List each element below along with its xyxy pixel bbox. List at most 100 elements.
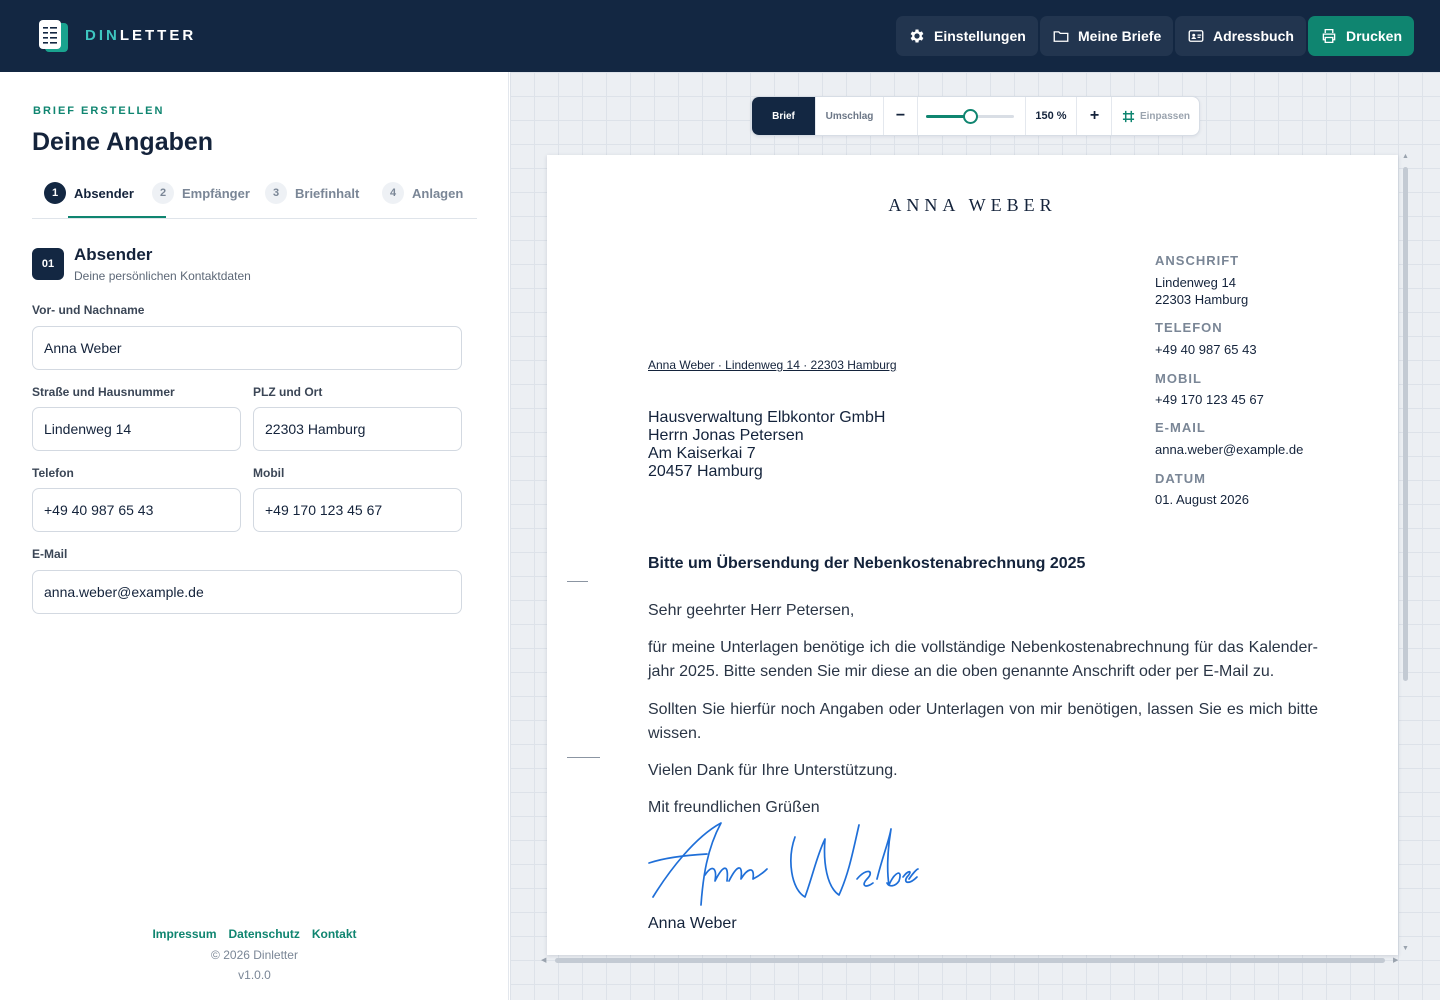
- copyright: © 2026 Dinletter: [211, 948, 298, 962]
- my-letters-button[interactable]: Meine Briefe: [1040, 16, 1174, 56]
- tab-umschlag[interactable]: Umschlag: [816, 97, 884, 135]
- recipient-line: Am Kaiserkai 7: [648, 445, 756, 462]
- addressbook-label: Adressbuch: [1213, 28, 1294, 44]
- letterhead-name: ANNA WEBER: [888, 195, 1057, 215]
- gear-icon: [910, 29, 924, 43]
- document-logo-icon[interactable]: [38, 19, 70, 53]
- tab-absender[interactable]: 1 Absender: [44, 182, 134, 204]
- info-label: TELEFON: [1155, 320, 1223, 335]
- handwritten-signature: [648, 822, 919, 906]
- mobile-input[interactable]: [253, 488, 462, 532]
- sender-form-panel: BRIEF ERSTELLEN Deine Angaben 1 Absender…: [0, 72, 509, 1000]
- my-letters-label: Meine Briefe: [1078, 28, 1162, 44]
- vertical-scroll-thumb[interactable]: [1403, 167, 1408, 681]
- brand-rest: LETTER: [119, 27, 197, 44]
- body-paragraph: Vielen Dank für Ihre Unterstützung.: [648, 762, 898, 779]
- step-label: Anlagen: [412, 185, 464, 201]
- step-number: 1: [44, 182, 66, 204]
- info-value: Lindenweg 14: [1155, 275, 1236, 290]
- info-value: +49 170 123 45 67: [1155, 392, 1264, 407]
- step-number: 4: [382, 182, 404, 204]
- fit-frame-icon: [1122, 110, 1135, 122]
- active-tab-indicator: [68, 216, 166, 218]
- email-input[interactable]: [32, 570, 462, 614]
- printer-icon: [1322, 28, 1336, 44]
- tab-briefinhalt[interactable]: 3 Briefinhalt: [265, 182, 359, 204]
- brand-name[interactable]: DINLETTER: [85, 27, 196, 44]
- recipient-line: 20457 Hamburg: [648, 463, 763, 480]
- return-address-line: Anna Weber · Lindenweg 14 · 22303 Hambur…: [648, 358, 897, 372]
- section-title: Absender: [74, 245, 153, 264]
- salutation: Sehr geehrter Herr Petersen,: [648, 602, 855, 619]
- zoom-level: 150 %: [1025, 97, 1077, 135]
- horizontal-scroll-thumb[interactable]: [555, 958, 1385, 963]
- horizontal-scrollbar[interactable]: ◀ ▶: [541, 955, 1398, 965]
- folder-icon: [1053, 31, 1069, 42]
- info-phone: TELEFON +49 40 987 65 43: [1155, 320, 1257, 358]
- info-label: ANSCHRIFT: [1155, 253, 1240, 268]
- zoom-slider-handle[interactable]: [963, 109, 978, 124]
- phone-label: Telefon: [32, 466, 74, 480]
- page-title: Deine Angaben: [32, 128, 214, 156]
- city-input[interactable]: [253, 407, 462, 451]
- step-tabs: 1 Absender 2 Empfänger 3 Briefinhalt 4 A…: [32, 180, 477, 219]
- tab-anlagen[interactable]: 4 Anlagen: [382, 182, 463, 204]
- street-label: Straße und Hausnummer: [32, 385, 175, 399]
- step-number: 2: [152, 182, 174, 204]
- info-mobile: MOBIL +49 170 123 45 67: [1155, 371, 1264, 408]
- settings-button[interactable]: Einstellungen: [896, 16, 1038, 56]
- info-value: anna.weber@example.de: [1155, 442, 1304, 457]
- form-eyebrow: BRIEF ERSTELLEN: [33, 105, 165, 117]
- info-value: +49 40 987 65 43: [1155, 342, 1257, 357]
- datenschutz-link[interactable]: Datenschutz: [229, 927, 300, 941]
- recipient-line: Herrn Jonas Petersen: [648, 427, 804, 444]
- minus-icon: −: [895, 107, 906, 124]
- body-paragraph: Sollten Sie hierfür noch Angaben oder Un…: [648, 701, 1318, 742]
- phone-input[interactable]: [32, 488, 241, 532]
- street-input[interactable]: [32, 407, 241, 451]
- step-label: Absender: [74, 185, 134, 201]
- section-subtitle: Deine persönlichen Kontaktdaten: [74, 269, 251, 283]
- scroll-left-icon[interactable]: ◀: [541, 956, 546, 964]
- tab-brief[interactable]: Brief: [752, 97, 816, 135]
- scroll-down-icon[interactable]: ▼: [1402, 945, 1409, 952]
- hole-punch-mark: [567, 757, 600, 758]
- info-address: ANSCHRIFT Lindenweg 14 22303 Hamburg: [1155, 253, 1248, 308]
- print-button[interactable]: Drucken: [1308, 16, 1415, 56]
- kontakt-link[interactable]: Kontakt: [312, 927, 357, 941]
- step-label: Empfänger: [182, 185, 250, 201]
- contact-card-icon: [1188, 30, 1204, 42]
- email-label: E-Mail: [32, 547, 68, 561]
- vertical-scrollbar[interactable]: ▲ ▼: [1401, 153, 1409, 955]
- mobile-label: Mobil: [253, 466, 285, 480]
- footer-links: Impressum Datenschutz Kontakt: [0, 927, 509, 941]
- section-number-badge: 01: [32, 248, 64, 280]
- addressbook-button[interactable]: Adressbuch: [1175, 16, 1306, 56]
- zoom-slider[interactable]: [926, 109, 1014, 124]
- letter-subject: Bitte um Übersendung der Nebenkostenabre…: [648, 555, 1086, 572]
- info-value: 22303 Hamburg: [1155, 292, 1249, 307]
- letter-preview-workspace: Brief Umschlag − 150 % + Einpassen ANNA …: [510, 72, 1440, 1000]
- city-label: PLZ und Ort: [253, 385, 323, 399]
- name-input[interactable]: [32, 326, 462, 370]
- zoom-in-button[interactable]: +: [1078, 97, 1112, 135]
- scroll-right-icon[interactable]: ▶: [1393, 956, 1398, 964]
- body-paragraph: für meine Unterlagen benötige ich die vo…: [648, 639, 1318, 680]
- info-email: E-MAIL anna.weber@example.de: [1155, 420, 1303, 458]
- step-label: Briefinhalt: [295, 185, 360, 201]
- info-label: DATUM: [1155, 471, 1206, 486]
- preview-toolbar: Brief Umschlag − 150 % + Einpassen: [751, 96, 1200, 136]
- impressum-link[interactable]: Impressum: [152, 927, 216, 941]
- plus-icon: +: [1089, 107, 1100, 124]
- zoom-out-button[interactable]: −: [884, 97, 918, 135]
- scroll-up-icon[interactable]: ▲: [1402, 153, 1409, 160]
- fit-label: Einpassen: [1139, 110, 1191, 122]
- info-date: DATUM 01. August 2026: [1155, 471, 1249, 508]
- fold-mark: [567, 581, 588, 582]
- tab-empfaenger[interactable]: 2 Empfänger: [152, 182, 250, 204]
- closing: Mit freundlichen Grüßen: [648, 799, 820, 816]
- fit-button[interactable]: Einpassen: [1113, 97, 1199, 135]
- step-number: 3: [265, 182, 287, 204]
- print-label: Drucken: [1346, 28, 1403, 44]
- top-bar: DINLETTER Einstellungen Meine Briefe Adr…: [0, 0, 1440, 72]
